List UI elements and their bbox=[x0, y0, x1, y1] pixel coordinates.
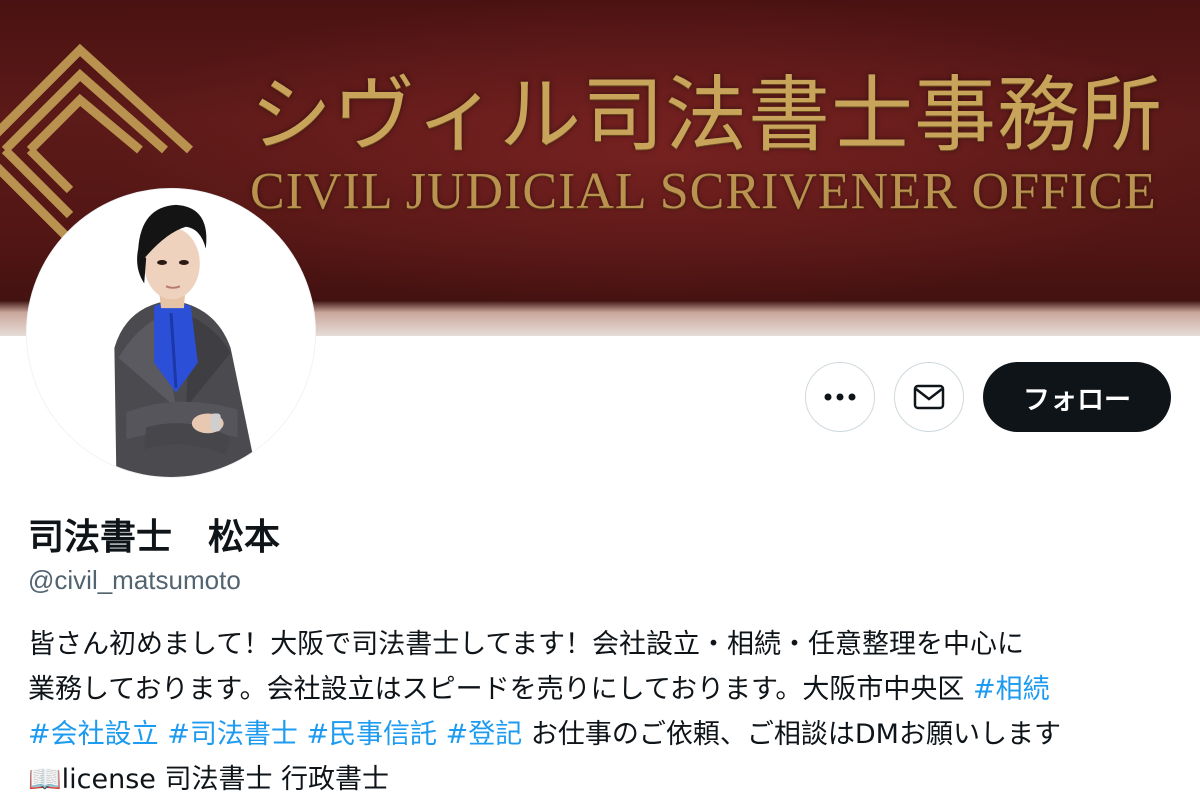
bio-text: license 司法書士 行政書士 bbox=[61, 764, 390, 795]
mail-icon bbox=[913, 384, 945, 410]
bio-line: 業務しております。会社設立はスピードを売りにしております。大阪市中央区 #相続 bbox=[28, 667, 1178, 712]
message-button[interactable] bbox=[894, 362, 964, 432]
banner-title-english: CIVIL JUDICIAL SCRIVENER OFFICE bbox=[250, 163, 1157, 220]
hashtag-link[interactable]: #登記 bbox=[446, 719, 523, 750]
bio-text: お仕事のご依頼、ご相談はDMお願いします bbox=[522, 719, 1061, 750]
hashtag-link[interactable]: #民事信託 bbox=[306, 719, 437, 750]
avatar-portrait bbox=[27, 189, 315, 477]
banner-title-japanese: シヴィル司法書士事務所 bbox=[250, 68, 1164, 163]
bio-line: #会社設立 #司法書士 #民事信託 #登記 お仕事のご依頼、ご相談はDMお願いし… bbox=[28, 712, 1178, 757]
hashtag-link[interactable]: #司法書士 bbox=[167, 719, 298, 750]
profile-display-name: 司法書士 松本 bbox=[28, 517, 281, 558]
profile-avatar[interactable] bbox=[26, 188, 316, 478]
bio-line: 皆さん初めまして！大阪で司法書士してます！会社設立・相続・任意整理を中心に bbox=[28, 622, 1178, 667]
hashtag-link[interactable]: #相続 bbox=[973, 674, 1050, 705]
ellipsis-icon bbox=[824, 393, 856, 401]
profile-handle: @civil_matsumoto bbox=[28, 565, 241, 595]
bio-text: 業務しております。会社設立はスピードを売りにしております。大阪市中央区 bbox=[28, 674, 973, 705]
bio-line: 📖license 司法書士 行政書士 bbox=[28, 757, 1178, 802]
bio-text: 皆さん初めまして！大阪で司法書士してます！会社設立・相続・任意整理を中心に bbox=[28, 629, 1025, 660]
hashtag-link[interactable]: #会社設立 bbox=[28, 719, 159, 750]
follow-button[interactable]: フォロー bbox=[983, 362, 1171, 432]
book-icon: 📖 bbox=[28, 764, 62, 795]
profile-bio: 皆さん初めまして！大阪で司法書士してます！会社設立・相続・任意整理を中心に 業務… bbox=[28, 622, 1178, 802]
more-options-button[interactable] bbox=[805, 362, 875, 432]
